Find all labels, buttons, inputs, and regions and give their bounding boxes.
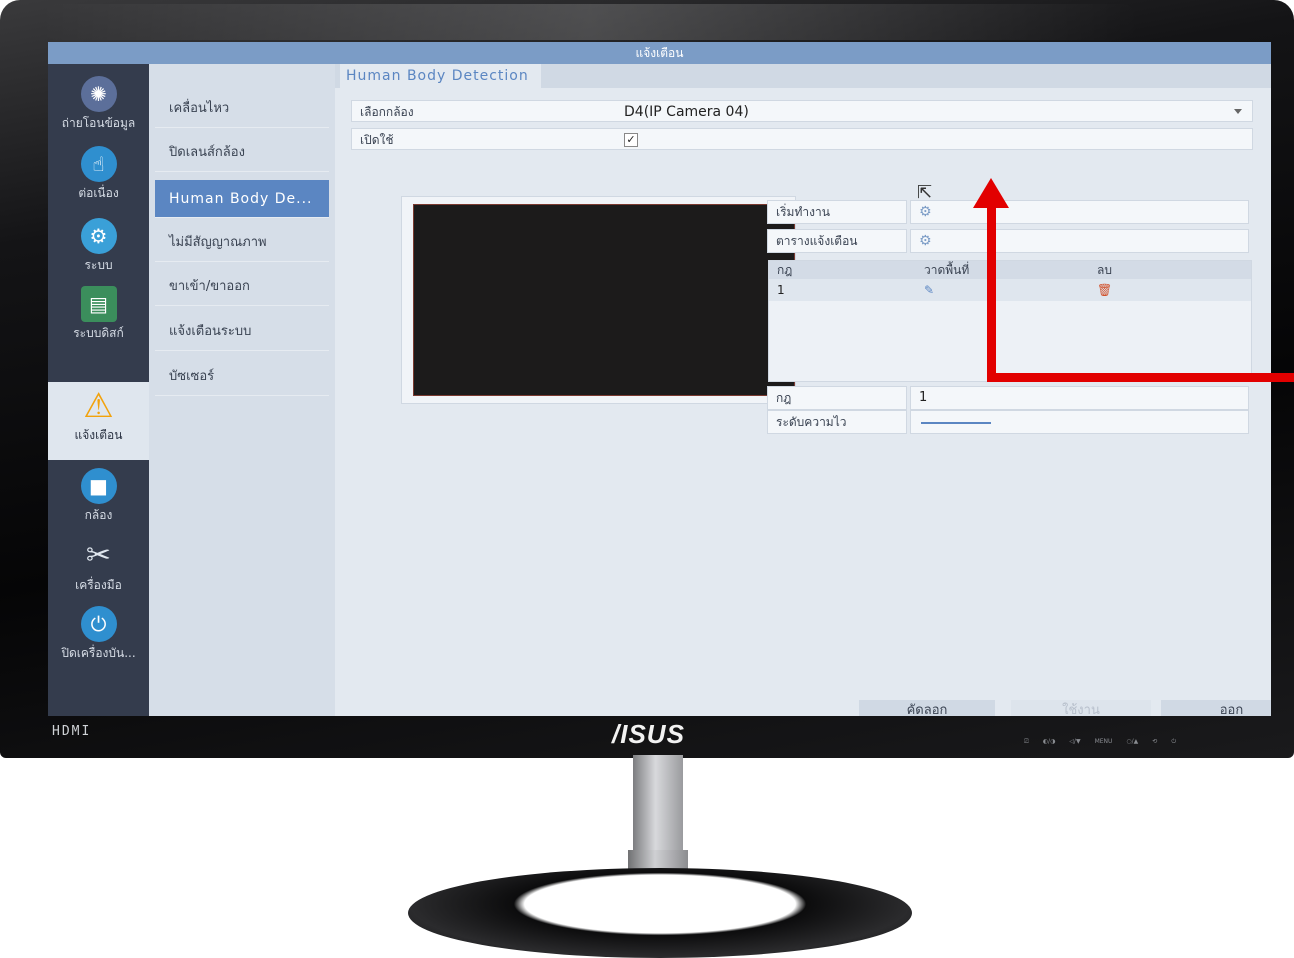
monitor-control[interactable]: ◐/◑ (1043, 738, 1056, 746)
rule-number: 1 (777, 283, 785, 297)
disk-stack-icon: ▤ (80, 286, 117, 322)
start-label: เริ่มทำงาน (767, 200, 907, 224)
chevron-down-icon[interactable] (1234, 109, 1242, 114)
header-draw-area: วาดพื้นที่ (924, 263, 970, 277)
nav-label: เครื่องมือ (75, 578, 122, 592)
submenu-lens-cover[interactable]: ปิดเลนส์กล้อง (155, 134, 329, 172)
monitor-control[interactable]: ○/▲ (1126, 738, 1138, 746)
nav-label: ปิดเครื่องบัน... (61, 646, 136, 660)
nav-label: ถ่ายโอนข้อมูล (61, 116, 136, 130)
brand-logo: /ISUS (612, 719, 685, 749)
camera-select-label: เลือกกล้อง (360, 105, 414, 119)
pencil-icon[interactable]: ✎ (924, 279, 934, 301)
monitor-control[interactable]: ◁/▼ (1069, 738, 1080, 746)
nav-label: ระบบดิสก์ (73, 326, 124, 340)
hand-touch-icon: ☝ (80, 146, 117, 182)
sensitivity-slider[interactable] (910, 410, 1249, 434)
submenu-motion[interactable]: เคลื่อนไหว (155, 90, 329, 128)
header-rule: กฎ (777, 263, 793, 277)
gear-icon: ⚙ (80, 218, 117, 254)
monitor-neck (633, 755, 683, 853)
video-preview[interactable] (414, 205, 794, 395)
monitor-control[interactable]: ⎚ (1024, 738, 1029, 746)
rule-value[interactable]: 1 (910, 386, 1249, 410)
left-nav: ✺ ถ่ายโอนข้อมูล ☝ ต่อเนื่อง ⚙ ระบบ ▤ ระบ… (48, 64, 149, 716)
power-icon: ⏻ (80, 606, 117, 642)
nav-item-shutdown[interactable]: ⏻ ปิดเครื่องบัน... (48, 604, 149, 674)
schedule-label: ตารางแจ้งเตือน (767, 229, 907, 253)
sensitivity-track[interactable] (921, 422, 991, 424)
nav-item-system[interactable]: ⚙ ระบบ (48, 210, 149, 280)
rules-table: กฎ วาดพื้นที่ ลบ 1 ✎ 🗑 (768, 260, 1252, 382)
nav-item-tools[interactable]: ✂ เครื่องมือ (48, 536, 149, 606)
gear-icon[interactable]: ⚙ (919, 233, 932, 249)
window-title: แจ้งเตือน (48, 42, 1271, 64)
monitor-control[interactable]: MENU (1095, 738, 1113, 746)
power-icon[interactable]: ⏻ (1171, 738, 1176, 746)
submenu-io[interactable]: ขาเข้า/ขาออก (155, 268, 329, 306)
warning-icon: ⚠ (83, 386, 114, 426)
submenu-system-alarm[interactable]: แจ้งเตือนระบบ (155, 313, 329, 351)
main-content: Human Body Detection เลือกกล้อง D4(IP Ca… (335, 64, 1271, 716)
sensitivity-row: ระดับความไว (767, 410, 1249, 434)
submenu-human-body[interactable]: Human Body De... (155, 180, 329, 218)
nav-item-disk[interactable]: ▤ ระบบดิสก์ (48, 278, 149, 348)
enable-label: เปิดใช้ (360, 133, 394, 147)
alarm-submenu: เคลื่อนไหว ปิดเลนส์กล้อง Human Body De..… (149, 64, 335, 716)
submenu-no-signal[interactable]: ไม่มีสัญญาณภาพ (155, 224, 329, 262)
gear-icon[interactable]: ⚙ (919, 204, 932, 220)
monitor-controls: ⎚ ◐/◑ ◁/▼ MENU ○/▲ ⟲ ⏻ (1024, 738, 1176, 746)
mouse-cursor-icon: ⇱ (917, 182, 933, 203)
camera-select-value[interactable]: D4(IP Camera 04) (624, 101, 749, 123)
copy-button[interactable]: คัดลอก (859, 700, 995, 716)
nav-label: แจ้งเตือน (74, 428, 123, 442)
sensitivity-label: ระดับความไว (767, 410, 907, 434)
rule-label: กฎ (767, 386, 907, 410)
nav-item-continuous[interactable]: ☝ ต่อเนื่อง (48, 140, 149, 210)
camera-icon: ■ (80, 468, 117, 504)
header-delete: ลบ (1097, 263, 1112, 277)
enable-row: เปิดใช้ ✓ (351, 128, 1253, 150)
nav-item-transfer[interactable]: ✺ ถ่ายโอนข้อมูล (48, 68, 149, 138)
hdmi-port-label: HDMI (52, 724, 92, 739)
monitor-control[interactable]: ⟲ (1152, 738, 1157, 746)
tab-strip: Human Body Detection (335, 64, 1271, 88)
rule-row: กฎ 1 (767, 386, 1249, 410)
nav-label: กล้อง (84, 508, 113, 522)
rules-table-header: กฎ วาดพื้นที่ ลบ (769, 261, 1251, 279)
enable-checkbox[interactable]: ✓ (624, 133, 638, 147)
annotation-arrow-shaft (987, 204, 996, 382)
film-reel-icon: ✺ (80, 76, 117, 112)
monitor-base (408, 868, 912, 958)
nav-label: ระบบ (84, 258, 113, 272)
camera-select-row[interactable]: เลือกกล้อง D4(IP Camera 04) (351, 100, 1253, 122)
nav-item-alarm[interactable]: ⚠ แจ้งเตือน (48, 382, 149, 460)
annotation-arrow-tail (987, 373, 1294, 382)
tools-icon: ✂ (85, 538, 112, 573)
nav-label: ต่อเนื่อง (78, 186, 119, 200)
table-row[interactable]: 1 ✎ 🗑 (769, 279, 1251, 301)
apply-button[interactable]: ใช้งาน (1011, 700, 1151, 716)
trash-icon[interactable]: 🗑 (1097, 279, 1112, 301)
nav-item-camera[interactable]: ■ กล้อง (48, 466, 149, 536)
schedule-settings[interactable]: ⚙ (910, 229, 1249, 253)
tab-human-body-detection[interactable]: Human Body Detection (340, 64, 541, 88)
submenu-buzzer[interactable]: บัซเซอร์ (155, 358, 329, 396)
video-preview-panel (401, 196, 796, 404)
schedule-row: ตารางแจ้งเตือน ⚙ (767, 229, 1249, 253)
start-settings[interactable]: ⚙ (910, 200, 1249, 224)
exit-button[interactable]: ออก (1161, 700, 1271, 716)
bezel-shine (40, 4, 1140, 40)
